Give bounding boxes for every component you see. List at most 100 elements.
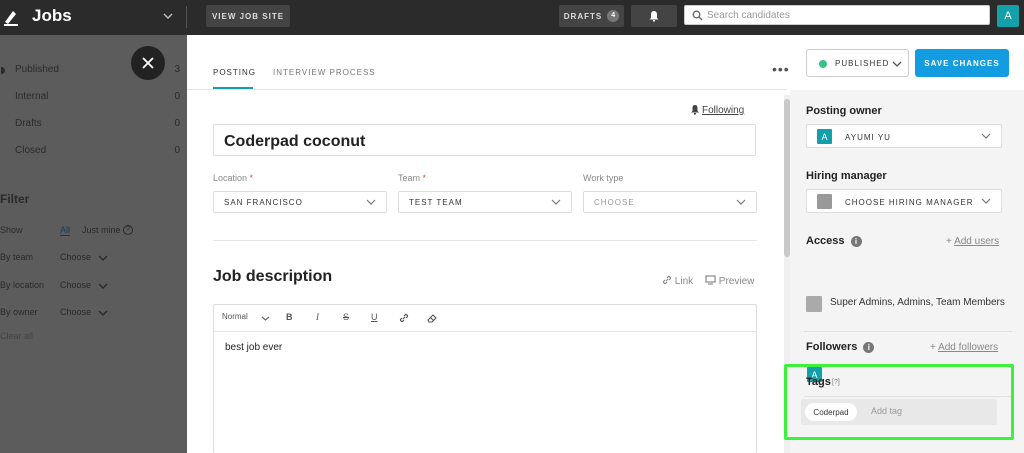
editor-body-text[interactable]: best job ever — [225, 342, 282, 353]
sidebar-item-label: Drafts — [15, 118, 42, 129]
filter-owner-label: By owner — [0, 307, 38, 317]
view-job-site-button[interactable]: VIEW JOB SITE — [206, 5, 290, 27]
add-tag-placeholder[interactable]: Add tag — [871, 406, 902, 416]
chevron-down-icon — [98, 255, 108, 261]
link-action[interactable]: Link — [662, 275, 693, 287]
italic-icon[interactable]: I — [316, 312, 319, 322]
save-changes-label: SAVE CHANGES — [924, 58, 1000, 68]
save-changes-button[interactable]: SAVE CHANGES — [915, 49, 1009, 77]
filter-team-label: By team — [0, 252, 34, 262]
tags-input[interactable]: Coderpad Add tag — [801, 399, 997, 425]
add-users-label: Add users — [954, 236, 1000, 247]
drafts-count-badge: 4 — [607, 10, 620, 22]
followers-heading-text: Followers — [806, 341, 858, 353]
filter-location-label: By location — [0, 280, 45, 290]
lever-logo-icon[interactable] — [2, 7, 20, 27]
link-icon[interactable] — [399, 313, 409, 323]
sidebar-item-drafts[interactable]: Drafts 0 — [0, 118, 180, 132]
sidebar-item-label: Internal — [15, 91, 49, 102]
filter-owner-row[interactable]: By owner Choose — [0, 307, 187, 321]
hiring-manager-heading: Hiring manager — [806, 170, 887, 182]
filter-show-row: Show All Just mine ? — [0, 225, 187, 239]
close-button[interactable] — [131, 46, 165, 80]
tab-interview-process[interactable]: INTERVIEW PROCESS — [273, 68, 376, 77]
hiring-manager-select[interactable]: CHOOSE HIRING MANAGER — [806, 189, 1002, 213]
link-icon — [662, 275, 672, 285]
divider — [804, 331, 1012, 332]
bell-icon — [649, 11, 659, 22]
format-select[interactable]: Normal — [222, 312, 248, 321]
clear-all-label: Clear all — [0, 331, 34, 341]
avatar: A — [817, 129, 832, 144]
clear-all-link[interactable]: Clear all — [0, 331, 187, 345]
team-value: TEST TEAM — [409, 198, 463, 207]
preview-action[interactable]: Preview — [705, 275, 754, 287]
filter-location-row[interactable]: By location Choose — [0, 280, 187, 294]
location-select[interactable]: SAN FRANCISCO — [213, 191, 387, 213]
filter-show-mine[interactable]: Just mine — [82, 225, 121, 235]
chevron-down-icon[interactable] — [162, 10, 174, 22]
chevron-down-icon — [98, 310, 108, 316]
notifications-button[interactable] — [631, 5, 677, 27]
info-icon[interactable]: i — [850, 236, 862, 247]
underline-icon[interactable]: U — [371, 312, 378, 322]
followers-heading: Followers i — [806, 341, 875, 353]
location-value: SAN FRANCISCO — [224, 198, 303, 207]
chevron-down-icon[interactable] — [261, 315, 270, 322]
search-input[interactable] — [707, 7, 985, 23]
chevron-down-icon — [981, 133, 991, 139]
add-followers-label: Add followers — [938, 342, 999, 353]
tags-heading: Tags — [806, 376, 831, 388]
add-followers-link[interactable]: + Add followers — [930, 342, 998, 353]
search-box[interactable] — [684, 5, 990, 25]
following-toggle[interactable]: Following — [702, 105, 744, 116]
group-icon — [806, 296, 822, 312]
view-job-site-label: VIEW JOB SITE — [211, 11, 285, 21]
info-icon[interactable]: i — [863, 342, 875, 353]
more-options-icon[interactable]: ••• — [772, 61, 790, 77]
plus-icon: + — [930, 342, 936, 353]
chevron-down-icon — [366, 199, 376, 205]
sidebar-item-internal[interactable]: Internal 0 — [0, 91, 180, 105]
help-icon[interactable]: ? — [123, 225, 133, 235]
work-type-label: Work type — [583, 173, 624, 183]
close-icon — [142, 57, 154, 69]
monitor-icon — [705, 275, 716, 285]
status-dropdown[interactable]: PUBLISHED — [806, 49, 909, 77]
sidebar-item-count: 0 — [174, 118, 180, 129]
work-type-select[interactable]: CHOOSE — [583, 191, 757, 213]
sidebar-item-count: 0 — [174, 91, 180, 102]
required-mark: * — [422, 173, 427, 183]
required-mark: * — [249, 173, 254, 183]
filter-show-label: Show — [0, 225, 23, 235]
rich-text-editor[interactable]: Normal B I S U best job ever — [213, 304, 757, 453]
add-users-link[interactable]: + Add users — [946, 236, 999, 247]
divider — [186, 6, 187, 28]
team-select[interactable]: TEST TEAM — [398, 191, 572, 213]
chevron-down-icon — [736, 199, 746, 205]
access-heading-text: Access — [806, 235, 845, 247]
strikethrough-icon[interactable]: S — [343, 312, 349, 322]
sidebar-item-count: 3 — [174, 64, 180, 75]
user-avatar[interactable]: A — [997, 5, 1019, 27]
sidebar: Published 3 Internal 0 Drafts 0 Closed 0… — [0, 35, 187, 453]
filter-show-all[interactable]: All — [60, 225, 71, 236]
access-value: Super Admins, Admins, Team Members — [830, 297, 1005, 308]
sidebar-item-closed[interactable]: Closed 0 — [0, 145, 180, 159]
access-heading: Access i — [806, 235, 862, 247]
bold-icon[interactable]: B — [286, 312, 293, 322]
team-label: Team * — [398, 173, 426, 183]
filter-team-row[interactable]: By team Choose — [0, 252, 187, 266]
eraser-icon[interactable] — [426, 313, 438, 323]
posting-owner-select[interactable]: A AYUMI YU — [806, 124, 1002, 148]
drafts-button[interactable]: DRAFTS 4 — [559, 5, 624, 27]
filter-team-choose: Choose — [60, 252, 92, 262]
tags-help-link[interactable]: [?] — [832, 379, 840, 386]
link-label: Link — [674, 276, 694, 287]
app-title[interactable]: Jobs — [32, 6, 72, 26]
tag-chip[interactable]: Coderpad — [805, 403, 857, 421]
filter-owner-choose: Choose — [60, 307, 92, 317]
plus-icon: + — [946, 236, 952, 247]
tab-posting[interactable]: POSTING — [213, 68, 256, 77]
posting-title-input[interactable]: Coderpad coconut — [213, 124, 756, 156]
